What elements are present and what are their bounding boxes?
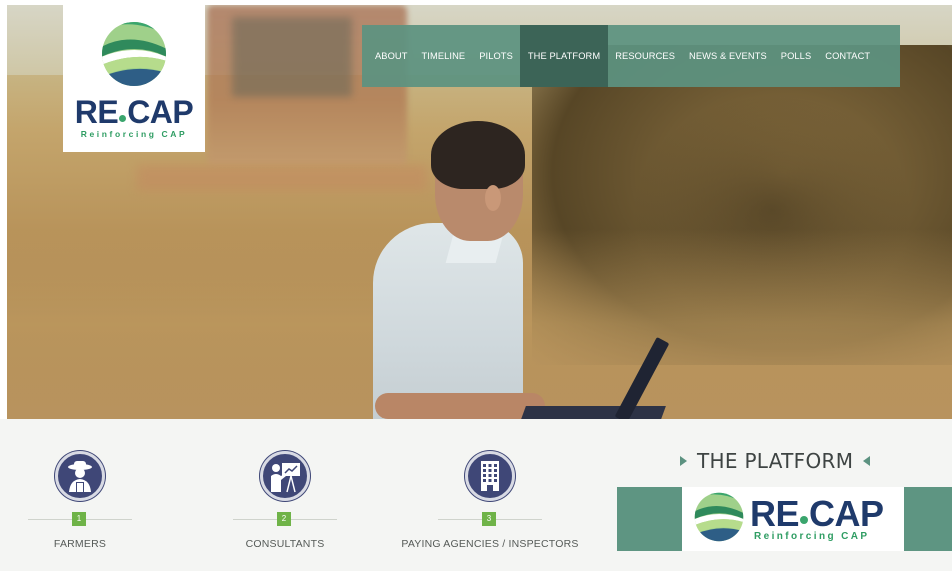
platform-logo[interactable]: RE CAP Reinforcing CAP — [682, 487, 904, 551]
step-indicator-1: 1 — [28, 510, 132, 530]
step-indicator-2: 2 — [233, 510, 337, 530]
step-badge: 1 — [72, 512, 86, 526]
user-label-consultants: CONSULTANTS — [245, 538, 325, 550]
user-type-farmers[interactable]: 1 FARMERS — [0, 451, 180, 550]
nav-resources[interactable]: RESOURCES — [608, 25, 682, 87]
nav-about[interactable]: ABOUT — [368, 25, 415, 87]
nav-the-platform[interactable]: THE PLATFORM — [519, 25, 609, 87]
platform-logo-globe-icon — [694, 492, 744, 547]
harvester-cab — [232, 17, 352, 97]
ear — [485, 185, 501, 211]
consultant-presentation-icon — [260, 451, 310, 501]
nav-pilots[interactable]: PILOTS — [472, 25, 520, 87]
nav-timeline[interactable]: TIMELINE — [415, 25, 473, 87]
platform-logo-wordmark: RE CAP — [750, 492, 884, 534]
nav-polls[interactable]: POLLS — [774, 25, 818, 87]
user-label-paying-agencies: PAYING AGENCIES / INSPECTORS — [401, 538, 579, 550]
triangle-right-icon — [680, 456, 687, 466]
arm — [375, 393, 545, 419]
building-icon — [465, 451, 515, 501]
hair — [431, 121, 525, 189]
logo-globe-icon — [101, 21, 167, 92]
nav-news-events[interactable]: NEWS & EVENTS — [682, 25, 774, 87]
triangle-left-icon — [863, 456, 871, 466]
platform-logo-text: RE CAP Reinforcing CAP — [750, 492, 884, 542]
users-section: 1 FARMERS 2 CONSULTANTS 3 PAYING AGENCIE… — [0, 419, 952, 571]
logo-tagline: Reinforcing CAP — [80, 129, 188, 139]
step-indicator-3: 3 — [438, 510, 542, 530]
user-type-consultants[interactable]: 2 CONSULTANTS — [185, 451, 385, 550]
laptop-base — [520, 406, 666, 419]
step-badge: 2 — [277, 512, 291, 526]
platform-title-text: THE PLATFORM — [697, 449, 854, 473]
step-badge: 3 — [482, 512, 496, 526]
user-label-farmers: FARMERS — [53, 538, 107, 550]
platform-logo-tagline: Reinforcing CAP — [754, 530, 870, 542]
platform-heading: THE PLATFORM — [680, 449, 871, 473]
user-type-paying-agencies[interactable]: 3 PAYING AGENCIES / INSPECTORS — [390, 451, 590, 550]
logo-wordmark: RE CAP — [74, 94, 194, 130]
nav-contact[interactable]: CONTACT — [818, 25, 877, 87]
main-nav: ABOUT TIMELINE PILOTS THE PLATFORM RESOU… — [362, 25, 900, 87]
farmer-with-laptop — [367, 121, 707, 419]
farmer-icon — [55, 451, 105, 501]
site-logo[interactable]: RE CAP Reinforcing CAP — [63, 5, 205, 152]
